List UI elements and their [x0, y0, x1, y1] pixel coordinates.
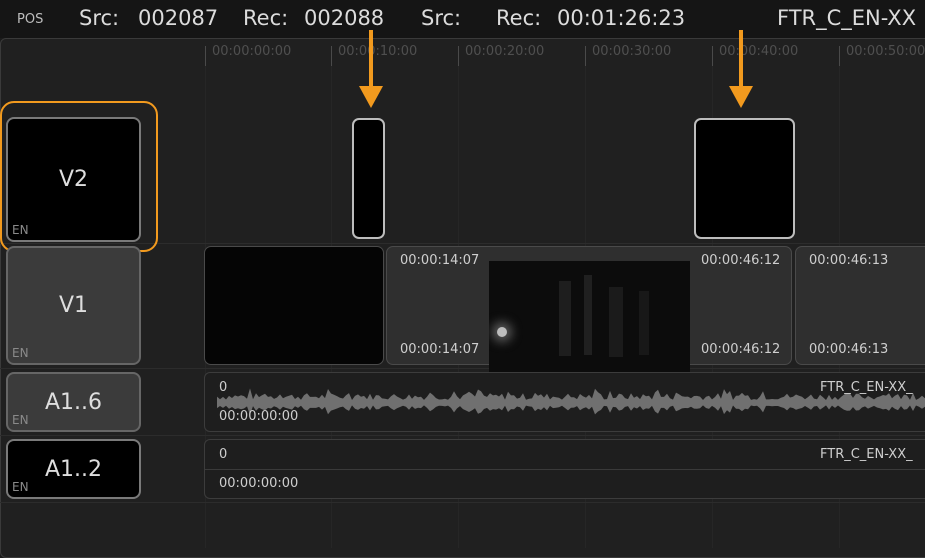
- clip-in-timecode: 00:00:46:13: [809, 342, 889, 357]
- track-name: V2: [58, 167, 89, 192]
- audio-clip-a1-6[interactable]: 0 00:00:00:00 FTR_C_EN-XX_: [204, 372, 925, 432]
- rec-label: Rec:: [243, 6, 289, 30]
- ruler-tick: [839, 46, 840, 66]
- audio-level: 0: [219, 380, 228, 395]
- track-language: EN: [12, 480, 29, 494]
- ruler-label: 00:00:00:00: [212, 44, 292, 59]
- clip-out-timecode: 00:00:46:12: [701, 253, 781, 268]
- top-info-bar: POS Src: 002087 Rec: 002088 Src: Rec: 00…: [0, 0, 925, 38]
- clip-thumbnail: [489, 261, 690, 373]
- ruler-label: 00:00:20:00: [465, 44, 545, 59]
- arrow-down-icon: [729, 30, 753, 108]
- ruler-label: 00:00:30:00: [592, 44, 672, 59]
- ruler-tick: [712, 46, 713, 66]
- audio-level: 0: [219, 447, 228, 462]
- track-language: EN: [12, 413, 29, 427]
- ruler-tick: [205, 46, 206, 66]
- ruler-tick: [458, 46, 459, 66]
- track-button-v1[interactable]: V1 EN: [6, 246, 141, 365]
- thumbnail-pillar: [559, 281, 571, 356]
- track-divider: [0, 368, 925, 369]
- v1-clip-1[interactable]: [204, 246, 384, 365]
- thumbnail-pillar: [584, 275, 592, 355]
- ruler-tick: [331, 46, 332, 66]
- src-timecode-label: Src:: [421, 6, 462, 30]
- clip-in-timecode: 00:00:14:07: [400, 342, 480, 357]
- thumbnail-pillar: [639, 291, 649, 355]
- audio-clip-name: FTR_C_EN-XX_: [820, 380, 913, 395]
- src-frame-value: 002087: [138, 6, 219, 30]
- rec-frame-value: 002088: [304, 6, 385, 30]
- clip-in-timecode: 00:00:14:07: [400, 253, 480, 268]
- ruler-label: 00:00:50:00: [846, 44, 925, 59]
- track-divider: [0, 435, 925, 436]
- audio-timecode: 00:00:00:00: [219, 409, 299, 424]
- track-button-a1-6[interactable]: A1..6 EN: [6, 372, 141, 432]
- track-divider: [0, 502, 925, 503]
- audio-clip-name: FTR_C_EN-XX_: [820, 447, 913, 462]
- clip-in-timecode: 00:00:46:13: [809, 253, 889, 268]
- track-button-a1-2[interactable]: A1..2 EN: [6, 439, 141, 499]
- audio-timecode: 00:00:00:00: [219, 476, 299, 491]
- clip-name: FTR_C_EN-XX: [777, 6, 917, 30]
- track-name: V1: [58, 293, 89, 318]
- v2-clip-small[interactable]: [352, 118, 385, 239]
- pos-label[interactable]: POS: [17, 12, 43, 27]
- thumbnail-pillar: [609, 287, 623, 357]
- rec-timecode-label: Rec:: [496, 6, 542, 30]
- rec-timecode-value: 00:01:26:23: [557, 6, 686, 30]
- track-name: A1..6: [44, 389, 103, 415]
- audio-clip-a1-2[interactable]: 0 00:00:00:00 FTR_C_EN-XX_: [204, 439, 925, 499]
- audio-waveform: [217, 388, 925, 415]
- arrow-down-icon: [359, 30, 383, 108]
- ruler-tick: [585, 46, 586, 66]
- src-label: Src:: [79, 6, 120, 30]
- audio-centerline: [205, 469, 925, 470]
- track-name: A1..2: [44, 456, 103, 482]
- track-language: EN: [12, 346, 29, 360]
- thumbnail-light: [497, 327, 507, 337]
- track-button-v2[interactable]: V2 EN: [6, 117, 141, 242]
- track-language: EN: [12, 223, 29, 237]
- v2-clip-large[interactable]: [694, 118, 795, 239]
- clip-out-timecode: 00:00:46:12: [701, 342, 781, 357]
